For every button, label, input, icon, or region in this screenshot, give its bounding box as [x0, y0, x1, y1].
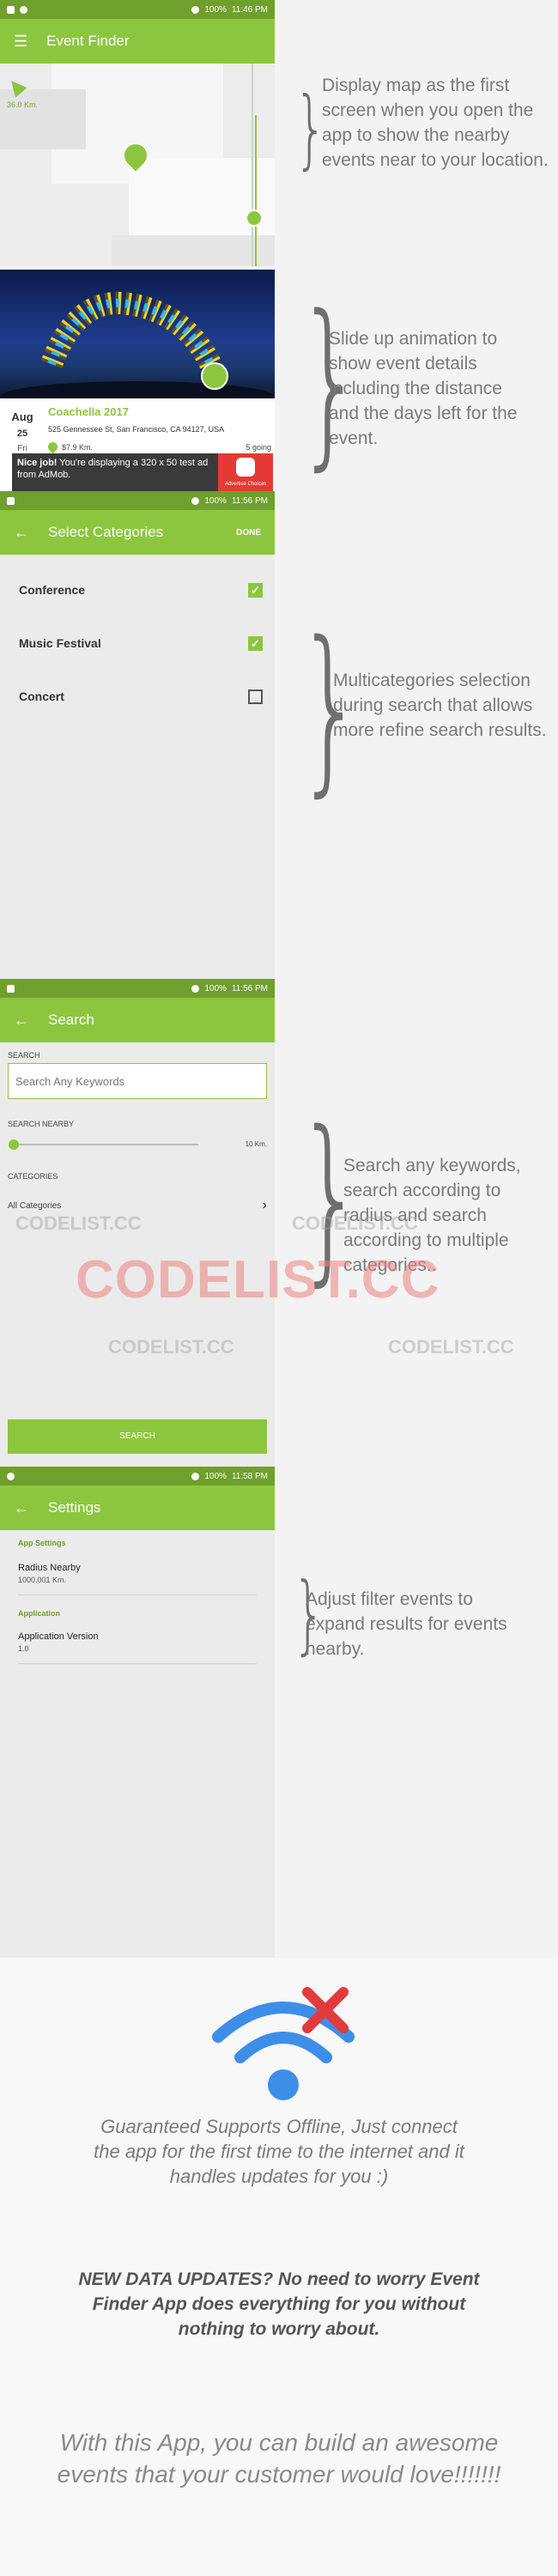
wifi-status-icon: [191, 496, 200, 505]
watermark: CODELIST.CC: [292, 1212, 418, 1234]
back-arrow-icon[interactable]: ←: [14, 1499, 29, 1517]
caption-categories: Multicategories selection during search …: [333, 671, 547, 740]
setting-version: Application Version 1.0: [18, 1631, 257, 1664]
watermark-large: CODELIST.CC: [76, 1250, 440, 1309]
caption-settings: Adjust filter events to expand results f…: [306, 1589, 507, 1659]
sim-icon: [7, 984, 15, 993]
promo-section: Guaranteed Supports Offline, Just connec…: [0, 1958, 558, 2576]
admob-logo: Advertise Choices: [218, 453, 273, 491]
app-bar: ☰ Event Finder: [0, 19, 275, 64]
status-bar: 100% 11:46 PM: [0, 0, 275, 19]
watermark: CODELIST.CC: [388, 1336, 514, 1358]
battery-text: 100%: [204, 983, 227, 993]
clock: 11:56 PM: [231, 495, 268, 506]
nearby-label: SEARCH NEARBY: [8, 1120, 75, 1128]
wifi-offline-icon: [212, 1987, 355, 2100]
slider-thumb[interactable]: [9, 1139, 19, 1150]
clock: 11:58 PM: [231, 1471, 268, 1481]
status-bar: 100% 11:56 PM: [0, 979, 275, 998]
categories-selector[interactable]: All Categories ›: [8, 1198, 267, 1213]
category-label: Concert: [19, 690, 64, 703]
chevron-right-icon: ›: [262, 1198, 267, 1212]
radius-slider[interactable]: [9, 1139, 198, 1150]
screen-title: Search: [48, 1012, 94, 1028]
event-day: 25: [16, 428, 28, 439]
search-button[interactable]: SEARCH: [8, 1419, 267, 1454]
wifi-status-icon: [191, 984, 200, 993]
category-item-music-festival[interactable]: Music Festival ✓: [0, 617, 275, 670]
promo-updates: NEW DATA UPDATES? No need to worry Event…: [78, 2269, 480, 2339]
ad-banner[interactable]: Nice job! You're displaying a 320 x 50 t…: [12, 453, 273, 491]
category-item-conference[interactable]: Conference ✓: [0, 563, 275, 617]
pin-icon: [45, 440, 60, 454]
categories-value: All Categories: [8, 1200, 62, 1211]
sim-icon: [7, 5, 15, 14]
wifi-status-icon: [191, 5, 200, 14]
category-list: Conference ✓ Music Festival ✓ Concert: [0, 555, 275, 723]
clock: 11:56 PM: [231, 983, 268, 993]
caption-map: Display map as the first screen when you…: [322, 76, 549, 170]
ad-bold: Nice job!: [17, 458, 58, 468]
wifi-status-icon: [191, 1472, 200, 1480]
battery-text: 100%: [204, 1471, 227, 1481]
screen-title: Select Categories: [48, 524, 164, 540]
done-button[interactable]: DONE: [236, 528, 261, 538]
app-bar: ← Select Categories DONE: [0, 510, 275, 555]
radius-label: Radius Nearby: [18, 1563, 81, 1573]
event-detail-sheet[interactable]: Aug 25 Fri Coachella 2017 525 Gennessee …: [0, 270, 275, 491]
promo-closing: With this App, you can build an awesome …: [57, 2429, 501, 2488]
map-screen: 100% 11:46 PM ☰ Event Finder 36.0 Km.: [0, 0, 275, 266]
status-bar: 100% 11:56 PM: [0, 491, 275, 510]
section-app-settings: App Settings: [18, 1539, 66, 1547]
search-label: SEARCH: [8, 1051, 40, 1060]
event-name[interactable]: Coachella 2017: [48, 405, 271, 418]
settings-screen: 100% 11:58 PM ← Settings App Settings Ra…: [0, 1467, 275, 1958]
setting-radius[interactable]: Radius Nearby 1000.001 Km.: [18, 1563, 257, 1595]
battery-text: 100%: [204, 4, 227, 15]
back-arrow-icon[interactable]: ←: [14, 1012, 29, 1030]
back-arrow-icon[interactable]: ←: [14, 524, 29, 542]
menu-icon[interactable]: ☰: [14, 33, 27, 51]
screen-title: Settings: [48, 1499, 101, 1516]
promo-offline: Guaranteed Supports Offline, Just connec…: [94, 2116, 464, 2187]
event-photo: [0, 270, 275, 412]
watermark: CODELIST.CC: [15, 1212, 142, 1234]
version-value: 1.0: [18, 1644, 29, 1653]
location-status-icon: [20, 5, 27, 14]
event-address: 525 Gennessee St, San Francisco, CA 9412…: [48, 425, 225, 434]
event-going: 5 going: [246, 442, 271, 452]
location-status-icon: [7, 1472, 15, 1480]
checkbox-checked-icon[interactable]: ✓: [248, 635, 263, 651]
search-input[interactable]: [8, 1063, 267, 1099]
section-application: Application: [18, 1609, 60, 1618]
status-bar: 100% 11:58 PM: [0, 1467, 275, 1485]
checkbox-checked-icon[interactable]: ✓: [248, 582, 263, 598]
categories-label: CATEGORIES: [8, 1172, 58, 1181]
caption-detail: Slide up animation to show event details…: [329, 329, 518, 448]
version-label: Application Version: [18, 1631, 99, 1642]
radius-value: 1000.001 Km.: [18, 1576, 67, 1584]
event-month: Aug: [11, 410, 33, 423]
battery-text: 100%: [204, 495, 227, 506]
caterpillar-art-icon: [0, 291, 275, 412]
watermark: CODELIST.CC: [108, 1336, 234, 1358]
app-title: Event Finder: [46, 33, 130, 49]
app-bar: ← Settings: [0, 1485, 275, 1530]
clock: 11:46 PM: [231, 4, 268, 15]
categories-screen: 100% 11:56 PM ← Select Categories DONE C…: [0, 491, 275, 979]
category-label: Music Festival: [19, 636, 101, 650]
checkbox-unchecked-icon[interactable]: [248, 689, 263, 704]
distance-badge: 36.0 Km.: [7, 100, 39, 109]
category-item-concert[interactable]: Concert: [0, 670, 275, 723]
sim-icon: [7, 496, 15, 505]
radius-value: 10 Km.: [245, 1140, 267, 1148]
event-weekday: Fri: [17, 444, 27, 453]
ad-brand: Advertise Choices: [224, 482, 267, 487]
map-dot-icon[interactable]: [246, 210, 263, 227]
app-bar: ← Search: [0, 998, 275, 1042]
category-label: Conference: [19, 583, 86, 597]
event-distance: $7.9 Km.: [62, 442, 94, 452]
